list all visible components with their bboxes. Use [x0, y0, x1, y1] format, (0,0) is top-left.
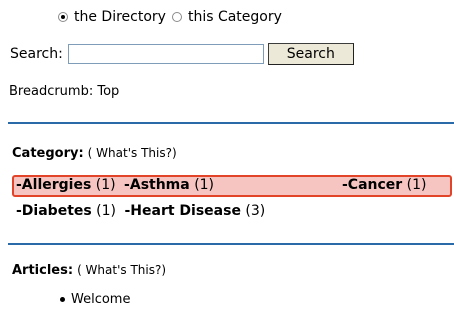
breadcrumb: Breadcrumb: Top	[9, 84, 120, 99]
articles-heading: Articles:( What's This?)	[12, 263, 166, 278]
section-divider	[8, 122, 454, 124]
category-name: -Asthma	[124, 177, 190, 193]
category-count: (3)	[245, 203, 266, 219]
category-count: (1)	[406, 177, 427, 193]
article-link-welcome[interactable]: Welcome	[71, 292, 130, 307]
category-name: -Cancer	[342, 177, 403, 193]
category-link-allergies[interactable]: -Allergies (1)	[16, 177, 116, 193]
category-name: -Diabetes	[16, 203, 92, 219]
radio-button-category[interactable]	[171, 12, 182, 22]
search-label: Search:	[10, 46, 63, 62]
search-input[interactable]	[67, 44, 264, 64]
category-link-heart-disease[interactable]: -Heart Disease (3)	[124, 203, 265, 219]
scope-label-directory: the Directory	[74, 9, 166, 25]
search-button[interactable]: Search	[267, 43, 354, 65]
category-heading: Category: ( What's This?)	[12, 146, 177, 161]
category-row-2: -Diabetes (1) -Heart Disease (3)	[16, 203, 265, 219]
section-divider	[8, 243, 454, 245]
category-count: (1)	[194, 177, 215, 193]
bullet-icon	[60, 297, 65, 302]
scope-label-category: this Category	[187, 9, 282, 25]
category-whats-this-link[interactable]: ( What's This?)	[88, 146, 177, 160]
category-name: -Heart Disease	[124, 203, 241, 219]
articles-whats-this-link[interactable]: ( What's This?)	[77, 263, 166, 277]
category-row-1-right: -Cancer (1)	[342, 177, 427, 193]
search-row: Search: Search	[10, 43, 354, 65]
articles-title: Articles:	[12, 263, 74, 278]
category-name: -Allergies	[16, 177, 92, 193]
category-count: (1)	[95, 177, 116, 193]
radio-button-directory[interactable]	[58, 12, 68, 22]
search-scope: the Directory this Category	[58, 9, 288, 25]
category-count: (1)	[96, 203, 117, 219]
article-list-item[interactable]: Welcome	[60, 292, 130, 307]
category-link-asthma[interactable]: -Asthma (1)	[124, 177, 214, 193]
category-link-diabetes[interactable]: -Diabetes (1)	[16, 203, 116, 219]
scope-option-category[interactable]: this Category	[171, 9, 282, 25]
scope-option-directory[interactable]: the Directory	[58, 9, 166, 25]
category-row-1: -Allergies (1) -Asthma (1)	[16, 177, 214, 193]
category-title: Category:	[12, 146, 84, 161]
category-link-cancer[interactable]: -Cancer (1)	[342, 177, 427, 193]
